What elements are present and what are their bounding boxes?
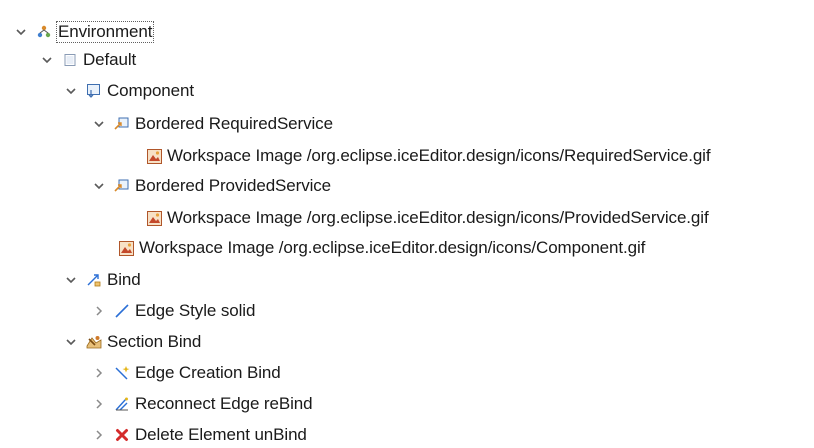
chevron-down-icon[interactable] <box>14 25 28 39</box>
edge-creation-icon <box>114 365 130 381</box>
chevron-right-icon[interactable] <box>92 366 106 380</box>
tree-item-default[interactable]: Default <box>40 46 136 74</box>
edge-mapping-icon <box>86 272 102 288</box>
tree-item-component-image[interactable]: Workspace Image /org.eclipse.iceEditor.d… <box>118 234 645 262</box>
tree-item-component[interactable]: Component <box>64 77 194 105</box>
tree-item-required-service-image[interactable]: Workspace Image /org.eclipse.iceEditor.d… <box>146 142 711 170</box>
bordered-node-icon <box>114 116 130 132</box>
tree-item-label: Bordered RequiredService <box>135 114 333 133</box>
tree-item-section-bind[interactable]: Section Bind <box>64 328 201 356</box>
tree-item-reconnect-edge[interactable]: Reconnect Edge reBind <box>92 390 313 418</box>
chevron-right-icon[interactable] <box>92 304 106 318</box>
tree-item-label: Default <box>83 50 137 69</box>
tree-item-label: Section Bind <box>107 332 202 351</box>
tree-item-delete-element[interactable]: Delete Element unBind <box>92 421 307 448</box>
tree-item-label: Edge Style solid <box>135 301 256 320</box>
tree-item-label: Bind <box>107 270 141 289</box>
delete-icon <box>114 427 130 443</box>
tree-item-label: Workspace Image /org.eclipse.iceEditor.d… <box>167 146 711 165</box>
tree-item-bind[interactable]: Bind <box>64 266 141 294</box>
reconnect-edge-icon <box>114 396 130 412</box>
chevron-right-icon[interactable] <box>92 397 106 411</box>
tree-item-label: Reconnect Edge reBind <box>135 394 313 413</box>
environment-icon <box>36 24 52 40</box>
tree-item-label: Edge Creation Bind <box>135 363 281 382</box>
workspace-image-icon <box>146 148 162 164</box>
tree-view: Environment Default Component Bordered R… <box>0 0 814 448</box>
tree-item-edge-creation[interactable]: Edge Creation Bind <box>92 359 281 387</box>
tool-section-icon <box>86 334 102 350</box>
tree-item-label: Environment <box>55 21 155 43</box>
workspace-image-icon <box>146 210 162 226</box>
chevron-down-icon[interactable] <box>92 179 106 193</box>
chevron-down-icon[interactable] <box>92 117 106 131</box>
layer-icon <box>62 52 78 68</box>
chevron-down-icon[interactable] <box>64 335 78 349</box>
tree-item-edge-style[interactable]: Edge Style solid <box>92 297 255 325</box>
tree-item-bordered-provided-service[interactable]: Bordered ProvidedService <box>92 172 331 200</box>
chevron-down-icon[interactable] <box>40 53 54 67</box>
chevron-right-icon[interactable] <box>92 428 106 442</box>
tree-item-label: Bordered ProvidedService <box>135 176 332 195</box>
tree-item-bordered-required-service[interactable]: Bordered RequiredService <box>92 110 333 138</box>
edge-style-icon <box>114 303 130 319</box>
chevron-down-icon[interactable] <box>64 273 78 287</box>
workspace-image-icon <box>118 240 134 256</box>
tree-item-label: Delete Element unBind <box>135 425 307 444</box>
tree-item-label: Workspace Image /org.eclipse.iceEditor.d… <box>139 238 646 257</box>
tree-item-label: Workspace Image /org.eclipse.iceEditor.d… <box>167 208 709 227</box>
chevron-down-icon[interactable] <box>64 84 78 98</box>
bordered-node-icon <box>114 178 130 194</box>
tree-item-environment[interactable]: Environment <box>14 18 155 46</box>
container-mapping-icon <box>86 83 102 99</box>
tree-item-label: Component <box>107 81 194 100</box>
tree-item-provided-service-image[interactable]: Workspace Image /org.eclipse.iceEditor.d… <box>146 204 709 232</box>
